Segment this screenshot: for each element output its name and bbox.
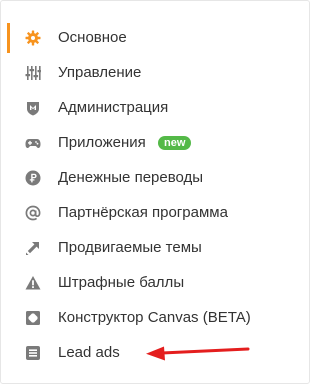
settings-menu: Основное Управление Администрация Прилож…	[0, 0, 310, 384]
menu-item-basic[interactable]: Основное	[1, 23, 309, 53]
menu-item-promoted-topics[interactable]: Продвигаемые темы	[1, 233, 309, 263]
shield-icon	[25, 100, 41, 116]
menu-item-label: Lead ads	[58, 344, 120, 361]
new-badge: new	[158, 136, 192, 150]
list-icon	[25, 345, 41, 361]
gear-icon	[25, 30, 41, 46]
menu-item-money-transfers[interactable]: Денежные переводы	[1, 163, 309, 193]
menu-item-canvas-builder[interactable]: Конструктор Canvas (BETA)	[1, 303, 309, 333]
menu-item-label: Управление	[58, 64, 142, 81]
menu-item-label: Приложения	[58, 134, 146, 151]
warning-icon	[25, 275, 41, 291]
menu-item-label: Партнёрская программа	[58, 204, 228, 221]
at-icon	[25, 205, 41, 221]
annotation-arrow-icon	[146, 346, 250, 361]
menu-item-label: Штрафные баллы	[58, 274, 185, 291]
menu-item-penalty-points[interactable]: Штрафные баллы	[1, 268, 309, 298]
canvas-icon	[25, 310, 41, 326]
menu-item-apps[interactable]: Приложения new	[1, 128, 309, 158]
sliders-icon	[25, 65, 41, 81]
menu-item-label: Основное	[58, 29, 127, 46]
promote-arrow-icon	[25, 240, 41, 256]
menu-item-partner-program[interactable]: Партнёрская программа	[1, 198, 309, 228]
menu-item-label: Конструктор Canvas (BETA)	[58, 309, 251, 326]
menu-item-management[interactable]: Управление	[1, 58, 309, 88]
menu-item-administration[interactable]: Администрация	[1, 93, 309, 123]
menu-item-label: Продвигаемые темы	[58, 239, 202, 256]
ruble-icon	[25, 170, 41, 186]
menu-item-label: Денежные переводы	[58, 169, 204, 186]
gamepad-icon	[25, 135, 41, 151]
menu-item-label: Администрация	[58, 99, 169, 116]
